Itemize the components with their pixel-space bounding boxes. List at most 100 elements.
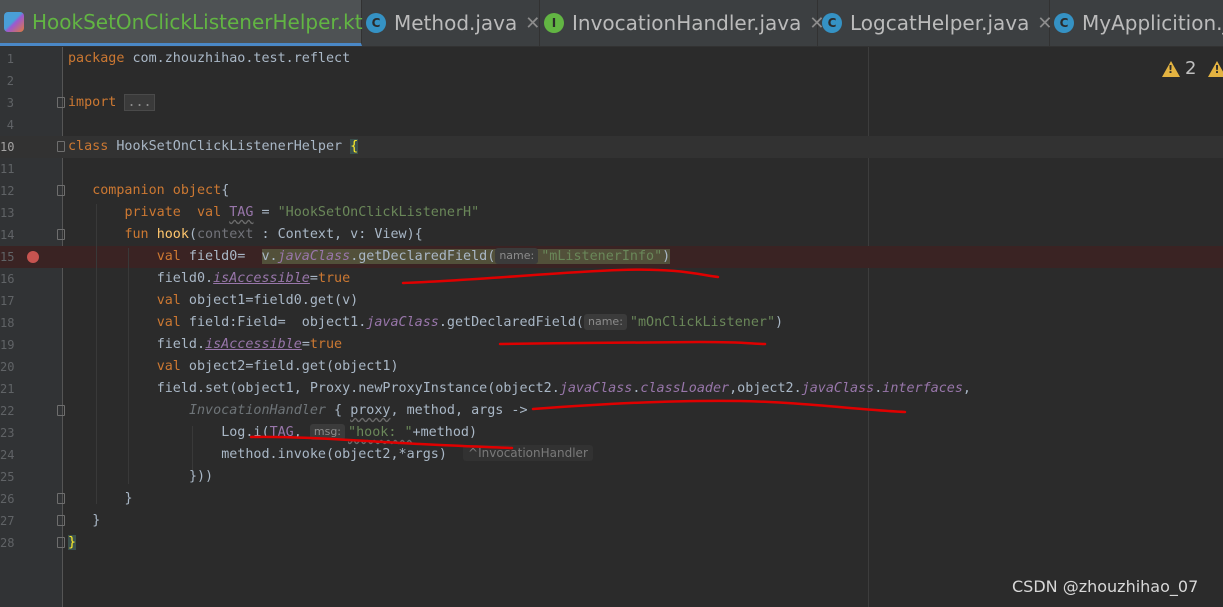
code-line: 13 private val TAG = "HookSetOnClickList… [0,202,1223,224]
code-line: 3 import ... [0,92,1223,114]
class-c-icon: C [1054,13,1074,33]
parameter-hint: name: [584,314,627,330]
code-text: val field:Field= object1.javaClass.getDe… [156,314,784,330]
code-line: 21 field.set(object1, Proxy.newProxyInst… [0,378,1223,400]
line-number: 3 [6,96,14,110]
warning-count: 2 [1185,58,1197,79]
folded-imports[interactable]: ... [124,94,155,111]
parameter-hint: name: [495,248,539,264]
code-line: 26 } [0,488,1223,510]
indent-guide [128,248,129,484]
code-text: InvocationHandler { proxy, method, args … [188,403,528,418]
code-line: 27 } [0,510,1223,532]
line-number: 28 [0,536,15,550]
code-text: Log.i(TAG, msg: "hook: "+method) [221,424,478,440]
code-text: field.isAccessible=true [156,337,343,352]
code-line: 17 val object1=field0.get(v) [0,290,1223,312]
tab-label: MyApplicition.ja [1082,11,1223,35]
code-line: 23 Log.i(TAG, msg: "hook: "+method) [0,422,1223,444]
code-text: class HookSetOnClickListenerHelper { [68,139,359,154]
close-icon[interactable]: ✕ [525,13,540,34]
class-c-icon: C [822,13,842,33]
line-number: 10 [0,140,15,154]
fold-icon[interactable] [57,537,65,548]
code-line: 24 method.invoke(object2,*args) ^Invocat… [0,444,1223,466]
code-line: 22 InvocationHandler { proxy, method, ar… [0,400,1223,422]
line-number: 19 [0,338,15,352]
code-text: } [68,535,77,550]
code-line: 12 companion object{ [0,180,1223,202]
line-number: 23 [0,426,15,440]
line-number: 16 [0,272,15,286]
code-text: val field0= v.javaClass.getDeclaredField… [156,248,671,264]
indent-guide [96,204,97,504]
parameter-hint: msg: [309,424,346,440]
line-number: 17 [0,294,15,308]
csdn-watermark: CSDN @zhouzhihao_07 [1012,577,1199,596]
line-number: 20 [0,360,15,374]
line-number: 14 [0,228,15,242]
fold-icon[interactable] [57,493,65,504]
code-line-breakpoint: 15 val field0= v.javaClass.getDeclaredFi… [0,246,1223,268]
code-text: package com.zhouzhihao.test.reflect [68,51,351,66]
code-text: import ... [68,92,155,114]
code-text: } [124,491,133,506]
code-line: 28 } [0,532,1223,554]
code-line: 1 package com.zhouzhihao.test.reflect [0,48,1223,70]
warning-icon [1208,60,1223,77]
fold-icon[interactable] [57,515,65,526]
class-c-icon: C [366,13,386,33]
fold-icon[interactable] [57,97,65,108]
line-number: 21 [0,382,15,396]
code-text: fun hook(context : Context, v: View){ [124,227,423,242]
code-line: 11 [0,158,1223,180]
tab-invocationhandler-java[interactable]: I InvocationHandler.java ✕ [540,0,824,46]
line-number: 11 [0,162,15,176]
fold-icon[interactable] [57,141,65,152]
fold-icon[interactable] [57,405,65,416]
kotlin-file-icon [4,11,24,32]
code-line: 19 field.isAccessible=true [0,334,1223,356]
fold-icon[interactable] [57,229,65,240]
code-text: method.invoke(object2,*args) ^Invocation… [68,444,593,466]
line-number: 26 [0,492,15,506]
tab-label: Method.java [394,11,518,35]
fold-icon[interactable] [57,185,65,196]
code-line: 2 [0,70,1223,92]
line-number: 2 [6,74,14,88]
line-number: 25 [0,470,15,484]
code-text: companion object{ [92,183,230,198]
code-line: 16 field0.isAccessible=true [0,268,1223,290]
line-number: 24 [0,448,15,462]
tab-hooksetonclicklistenerhelper-kt[interactable]: HookSetOnClickListenerHelper.kt ✕ [0,0,386,46]
editor-tab-bar: HookSetOnClickListenerHelper.kt ✕ C Meth… [0,0,1223,47]
line-number: 13 [0,206,15,220]
line-number: 27 [0,514,15,528]
tab-label: InvocationHandler.java [572,11,802,35]
line-number: 22 [0,404,15,418]
warnings-indicator[interactable]: 2 [1162,58,1223,79]
code-text: field.set(object1, Proxy.newProxyInstanc… [156,381,971,396]
breakpoint-icon[interactable] [27,251,39,263]
code-text: private val TAG = "HookSetOnClickListene… [124,205,480,220]
tab-label: HookSetOnClickListenerHelper.kt [32,9,363,34]
tab-myapplicition-java[interactable]: C MyApplicition.ja [1050,0,1223,46]
code-line-current: 10 class HookSetOnClickListenerHelper { [0,136,1223,158]
code-line: 25 })) [0,466,1223,488]
line-number: 4 [6,118,14,132]
interface-i-icon: I [544,13,564,33]
code-text: val object1=field0.get(v) [156,293,359,308]
code-line: 14 fun hook(context : Context, v: View){ [0,224,1223,246]
code-line: 18 val field:Field= object1.javaClass.ge… [0,312,1223,334]
tab-logcathelper-java[interactable]: C LogcatHelper.java ✕ [818,0,1052,46]
indent-guide [192,426,193,470]
code-text: field0.isAccessible=true [156,271,351,286]
warning-icon [1162,60,1180,77]
line-number: 18 [0,316,15,330]
code-text: val object2=field.get(object1) [156,359,399,374]
line-number: 15 [0,250,15,264]
code-text: } [92,513,101,528]
line-number: 12 [0,184,15,198]
code-line: 4 [0,114,1223,136]
tab-method-java[interactable]: C Method.java ✕ [362,0,540,46]
